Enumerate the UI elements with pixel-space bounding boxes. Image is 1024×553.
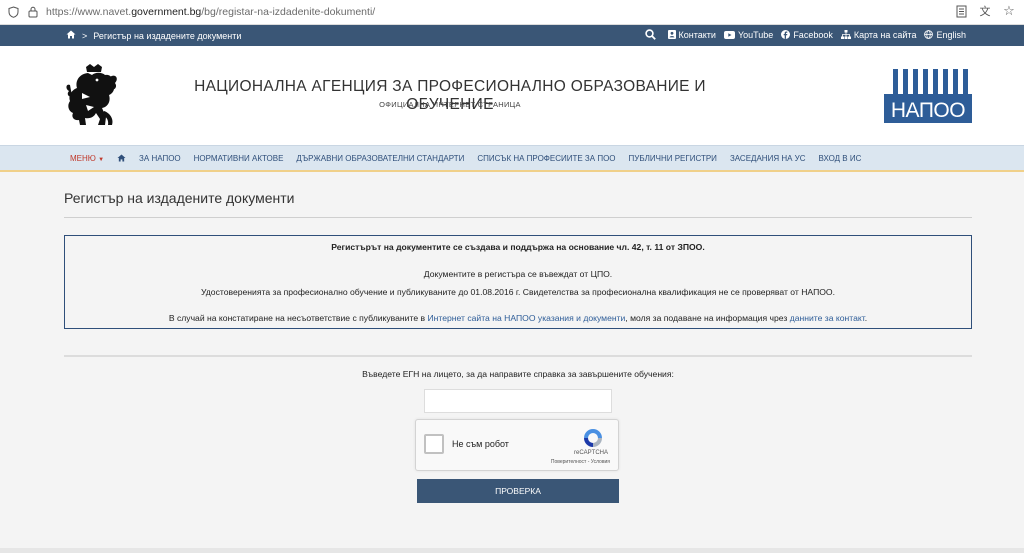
egn-label: Въведете ЕГН на лицето, за да направите … bbox=[362, 369, 674, 379]
tracking-shield-icon[interactable] bbox=[6, 5, 20, 19]
main-nav: МЕНЮ ▼ ЗА НАПОО НОРМАТИВНИ АКТОВЕ ДЪРЖАВ… bbox=[0, 145, 1024, 172]
search-icon[interactable] bbox=[644, 29, 656, 40]
nav-item-about[interactable]: ЗА НАПОО bbox=[139, 154, 181, 164]
top-links: Контакти YouTube Facebook Карта на сайта… bbox=[644, 29, 966, 40]
nav-menu-dropdown[interactable]: МЕНЮ ▼ bbox=[70, 154, 104, 164]
contact-card-icon bbox=[667, 30, 676, 39]
nav-item-professions[interactable]: СПИСЪК НА ПРОФЕСИИТЕ ЗА ПОО bbox=[477, 154, 615, 164]
recaptcha-label: Не съм робот bbox=[452, 439, 509, 449]
bookmark-star-icon[interactable]: ☆ bbox=[1002, 3, 1016, 18]
recaptcha-terms-links[interactable]: Поверителност - Условия bbox=[551, 459, 610, 465]
info-text-part: В случай на констатиране на несъответств… bbox=[168, 313, 428, 323]
info-legal-basis: Регистърът на документите се създава и п… bbox=[331, 242, 705, 252]
english-link[interactable]: English bbox=[924, 30, 966, 40]
info-verification-note: Удостоверенията за професионално обучени… bbox=[201, 287, 835, 297]
translate-icon[interactable]: 文 bbox=[978, 4, 992, 18]
info-discrepancy-note: В случай на констатиране на несъответств… bbox=[65, 313, 971, 323]
egn-search-form: Въведете ЕГН на лицето, за да направите … bbox=[64, 355, 972, 513]
facebook-icon bbox=[781, 30, 791, 39]
facebook-link[interactable]: Facebook bbox=[781, 30, 833, 40]
sitemap-icon bbox=[840, 30, 851, 39]
nav-item-meetings[interactable]: ЗАСЕДАНИЯ НА УС bbox=[730, 154, 806, 164]
nav-item-registers[interactable]: ПУБЛИЧНИ РЕГИСТРИ bbox=[629, 154, 717, 164]
agency-subtitle: ОФИЦИАЛНА ИНТЕРНЕТ СТРАНИЦА bbox=[379, 100, 521, 109]
info-entry-note: Документите в регистъра се въвеждат от Ц… bbox=[423, 269, 613, 279]
youtube-link[interactable]: YouTube bbox=[723, 29, 774, 40]
caret-down-icon: ▼ bbox=[98, 157, 105, 163]
contacts-link[interactable]: Контакти bbox=[667, 29, 716, 40]
youtube-label: YouTube bbox=[737, 29, 774, 40]
browser-address-bar: https://www.navet.government.bg/bg/regis… bbox=[0, 0, 1024, 25]
english-label: English bbox=[936, 29, 966, 40]
lock-icon[interactable] bbox=[26, 5, 40, 19]
napoo-guidelines-link[interactable]: Интернет сайта на НАПОО указания и докум… bbox=[427, 313, 625, 323]
napoo-logo[interactable]: НАПОО bbox=[884, 68, 972, 124]
nav-menu-label: МЕНЮ bbox=[70, 154, 96, 163]
contact-data-link[interactable]: данните за контакт bbox=[790, 313, 865, 323]
sitemap-link[interactable]: Карта на сайта bbox=[840, 29, 917, 40]
top-utility-bar: > Регистър на издадените документи Конта… bbox=[0, 25, 1024, 46]
nav-item-regulations[interactable]: НОРМАТИВНИ АКТОВЕ bbox=[194, 154, 284, 164]
egn-input[interactable] bbox=[424, 389, 612, 413]
page-title: Регистър на издадените документи bbox=[64, 190, 295, 206]
site-header: НАЦИОНАЛНА АГЕНЦИЯ ЗА ПРОФЕСИОНАЛНО ОБРА… bbox=[0, 46, 1024, 145]
nav-item-standards[interactable]: ДЪРЖАВНИ ОБРАЗОВАТЕЛНИ СТАНДАРТИ bbox=[296, 154, 464, 164]
recaptcha-widget: Не съм робот reCAPTCHA Поверителност - У… bbox=[415, 419, 619, 471]
info-text-part: , моля за подаване на информация чрез bbox=[625, 313, 790, 323]
info-box: Регистърът на документите се създава и п… bbox=[64, 235, 972, 329]
recaptcha-brand: reCAPTCHA bbox=[573, 450, 608, 456]
check-button[interactable]: ПРОВЕРКА bbox=[417, 479, 619, 503]
reader-view-icon[interactable] bbox=[954, 4, 968, 18]
globe-icon bbox=[924, 30, 934, 39]
napoo-logo-text: НАПОО bbox=[891, 99, 965, 122]
nav-home-icon[interactable] bbox=[117, 154, 126, 164]
breadcrumb-current[interactable]: Регистър на издадените документи bbox=[93, 31, 241, 41]
facebook-label: Facebook bbox=[793, 29, 833, 40]
contacts-label: Контакти bbox=[678, 29, 716, 40]
home-icon[interactable] bbox=[66, 30, 76, 41]
coat-of-arms-lion-icon[interactable] bbox=[64, 63, 120, 129]
youtube-icon bbox=[723, 30, 735, 39]
address-url[interactable]: https://www.navet.government.bg/bg/regis… bbox=[46, 6, 375, 18]
nav-item-login[interactable]: ВХОД В ИС bbox=[819, 154, 862, 164]
title-divider bbox=[64, 217, 972, 218]
breadcrumb: > Регистър на издадените документи bbox=[66, 30, 241, 41]
recaptcha-checkbox[interactable] bbox=[424, 434, 444, 454]
breadcrumb-separator: > bbox=[82, 30, 88, 41]
sitemap-label: Карта на сайта bbox=[853, 29, 917, 40]
recaptcha-logo-icon bbox=[584, 429, 602, 447]
bottom-divider bbox=[0, 548, 1024, 553]
info-text-part: . bbox=[864, 313, 868, 323]
